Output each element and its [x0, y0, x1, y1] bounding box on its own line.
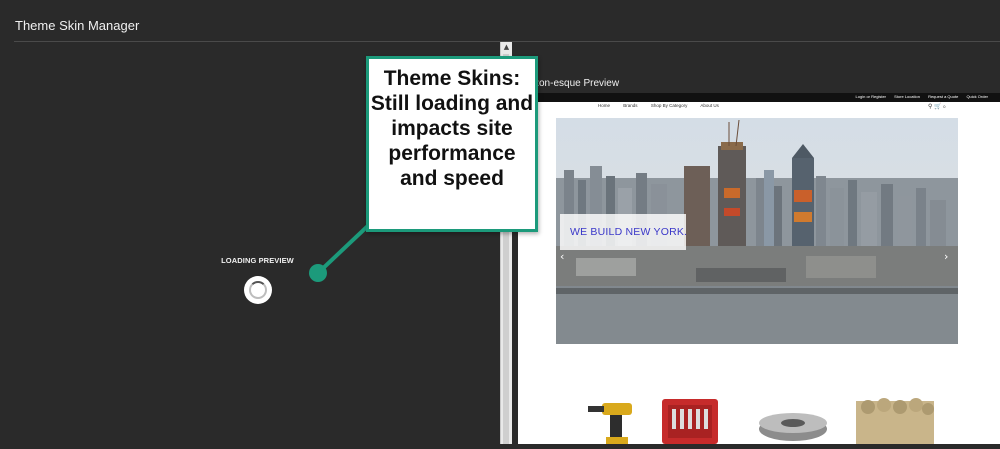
- callout-text: Theme Skins: Still loading and impacts s…: [370, 67, 534, 190]
- site-nav: Home Brands Shop By Category About Us: [598, 103, 731, 108]
- tape-rolls-product-image: [856, 398, 934, 444]
- topbar-links: Login or Register Store Location Request…: [849, 94, 988, 99]
- nav-item-about-us[interactable]: About Us: [700, 103, 719, 108]
- nav-item-shop-by-category[interactable]: Shop By Category: [651, 103, 688, 108]
- chevron-right-icon[interactable]: ›: [944, 250, 948, 263]
- site-topbar: Login or Register Store Location Request…: [518, 93, 1000, 102]
- scroll-up-arrow-icon[interactable]: ▲: [502, 42, 511, 52]
- nav-icons: ⚲ 🛒 0: [928, 103, 945, 110]
- cart-icon[interactable]: 🛒: [934, 104, 941, 110]
- search-icon[interactable]: ⚲: [928, 104, 932, 110]
- hero-carousel[interactable]: WE BUILD NEW YORK. ‹ ›: [556, 118, 958, 344]
- loading-preview-label: LOADING PREVIEW: [221, 256, 294, 265]
- chevron-left-icon[interactable]: ‹: [560, 250, 564, 263]
- product-row: [518, 393, 1000, 444]
- nav-item-home[interactable]: Home: [598, 103, 610, 108]
- cart-count: 0: [943, 104, 946, 109]
- store-location-link[interactable]: Store Location: [894, 94, 920, 99]
- bit-set-product-image: [662, 399, 718, 444]
- spinner-ring: [249, 281, 267, 299]
- request-quote-link[interactable]: Request a Quote: [928, 94, 958, 99]
- annotation-callout: Theme Skins: Still loading and impacts s…: [366, 56, 538, 232]
- preview-title: zon-esque Preview: [534, 78, 620, 89]
- site-preview-frame[interactable]: Login or Register Store Location Request…: [518, 93, 1000, 444]
- nail-coil-product-image: [759, 413, 827, 441]
- nav-item-brands[interactable]: Brands: [623, 103, 637, 108]
- app-header: Theme Skin Manager: [0, 0, 1000, 42]
- page-title: Theme Skin Manager: [15, 18, 140, 33]
- quick-order-link[interactable]: Quick Order: [966, 94, 988, 99]
- hero-banner-text: WE BUILD NEW YORK.: [570, 226, 688, 238]
- loading-spinner-icon: [244, 276, 272, 304]
- login-register-link[interactable]: Login or Register: [856, 94, 886, 99]
- drill-product-image: [588, 403, 632, 444]
- product-images: [588, 398, 934, 444]
